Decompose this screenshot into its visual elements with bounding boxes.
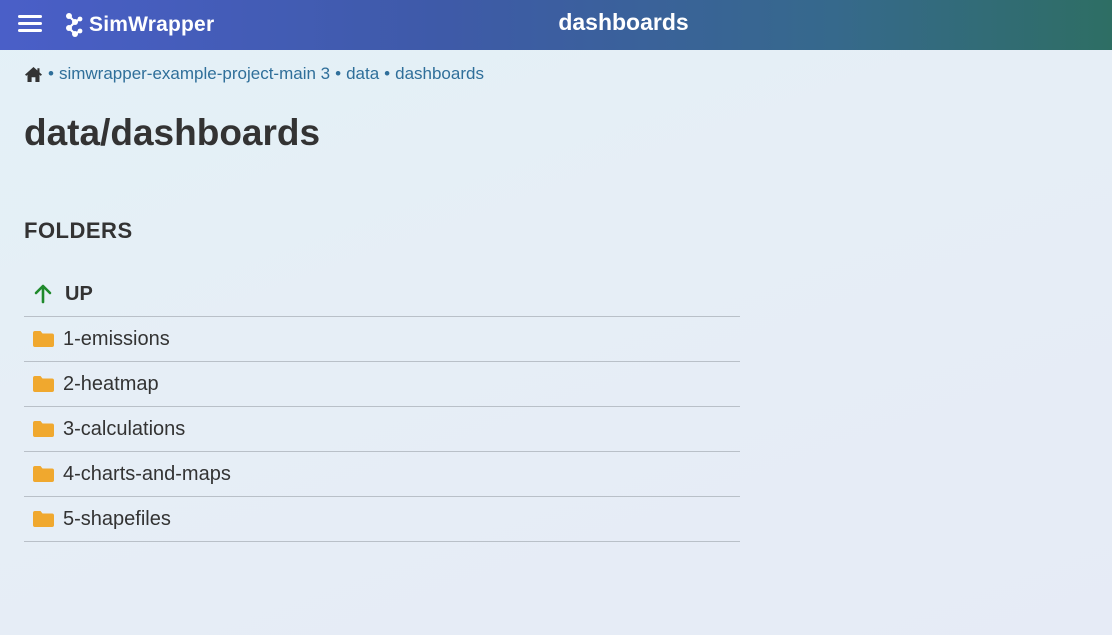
top-bar: SimWrapper dashboards (0, 0, 1112, 50)
header-title: dashboards (558, 9, 689, 35)
breadcrumb: • simwrapper-example-project-main 3 • da… (24, 64, 484, 84)
folder-icon (33, 421, 54, 437)
folder-icon (33, 331, 54, 347)
breadcrumb-item-dashboards[interactable]: dashboards (395, 64, 484, 84)
home-icon[interactable] (24, 66, 43, 83)
folder-item-1-emissions[interactable]: 1-emissions (24, 317, 740, 362)
folder-list: UP 1-emissions 2-heatmap 3-calculations … (24, 272, 740, 542)
arrow-up-icon (33, 284, 54, 304)
breadcrumb-separator: • (335, 64, 342, 83)
folder-up-row[interactable]: UP (24, 272, 740, 317)
folders-heading: FOLDERS (24, 218, 133, 243)
folder-label: 5-shapefiles (63, 507, 171, 530)
breadcrumb-separator: • (48, 64, 54, 83)
folder-item-3-calculations[interactable]: 3-calculations (24, 407, 740, 452)
breadcrumb-separator: • (384, 64, 391, 83)
folder-icon (33, 376, 54, 392)
breadcrumb-item-data[interactable]: data (346, 64, 379, 84)
folder-item-5-shapefiles[interactable]: 5-shapefiles (24, 497, 740, 542)
folder-label: 4-charts-and-maps (63, 462, 231, 485)
folder-item-2-heatmap[interactable]: 2-heatmap (24, 362, 740, 407)
breadcrumb-item-project[interactable]: simwrapper-example-project-main 3 (59, 64, 330, 84)
folder-label: 1-emissions (63, 327, 170, 350)
folder-icon (33, 511, 54, 527)
folder-label: 2-heatmap (63, 372, 159, 395)
folder-label: 3-calculations (63, 417, 186, 440)
folder-up-label: UP (65, 282, 93, 305)
page-title: data/dashboards (24, 112, 321, 153)
folder-icon (33, 466, 54, 482)
folder-item-4-charts-and-maps[interactable]: 4-charts-and-maps (24, 452, 740, 497)
